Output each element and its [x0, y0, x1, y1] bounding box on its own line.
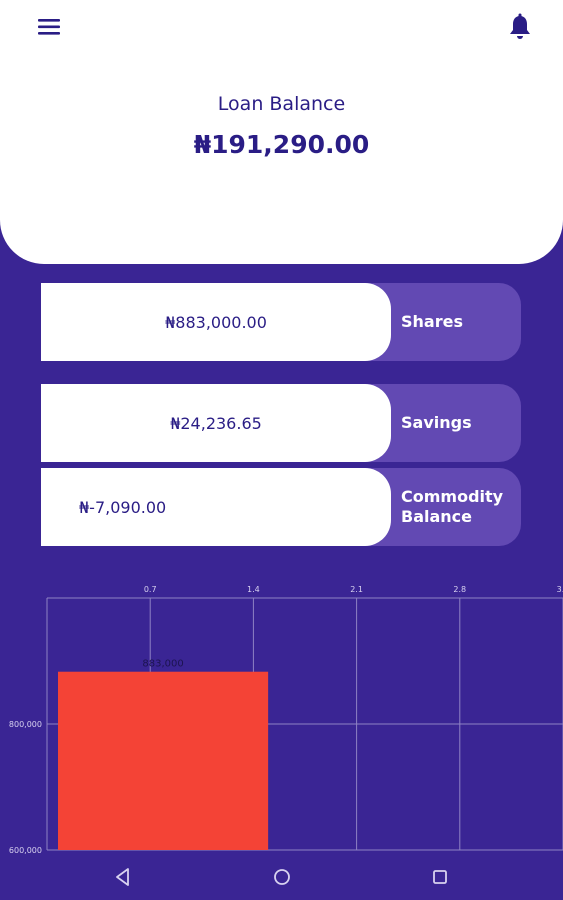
shares-value: ₦883,000.00	[41, 283, 391, 361]
loan-balance-card: Loan Balance ₦191,290.00	[0, 0, 563, 264]
chart-x-tick-label: 2.1	[350, 585, 363, 594]
shares-label: Shares	[401, 312, 463, 331]
chart-y-tick-label: 800,000	[9, 720, 42, 729]
chart-x-tick-label: 0.7	[144, 585, 157, 594]
bell-icon[interactable]	[507, 13, 533, 41]
home-icon[interactable]	[270, 865, 294, 889]
system-navigation-bar	[0, 855, 563, 900]
shares-bar-chart: 0.7 1.4 2.1 2.8 3.5 800,000 600,000 883,000	[9, 585, 563, 855]
commodity-balance-label: Commodity Balance	[401, 487, 504, 526]
savings-row[interactable]: ₦24,236.65 Savings	[41, 384, 521, 462]
loan-balance-value: ₦191,290.00	[193, 130, 370, 159]
chart-x-tick-label: 3.5	[557, 585, 563, 594]
loan-balance-label: Loan Balance	[217, 93, 346, 115]
chart-bar-value-label: 883,000	[142, 659, 183, 670]
chart-x-tick-label: 1.4	[247, 585, 260, 594]
chart-bar	[58, 671, 269, 850]
chart-x-tick-label: 2.8	[453, 585, 466, 594]
savings-label: Savings	[401, 413, 472, 432]
back-icon[interactable]	[111, 865, 135, 889]
savings-value: ₦24,236.65	[41, 384, 391, 462]
shares-row[interactable]: ₦883,000.00 Shares	[41, 283, 521, 361]
recents-icon[interactable]	[428, 865, 452, 889]
commodity-balance-row[interactable]: ₦-7,090.00 Commodity Balance	[41, 468, 521, 546]
menu-icon[interactable]	[36, 14, 62, 40]
chart-y-tick-label: 600,000	[9, 846, 42, 855]
commodity-balance-value: ₦-7,090.00	[41, 468, 391, 546]
